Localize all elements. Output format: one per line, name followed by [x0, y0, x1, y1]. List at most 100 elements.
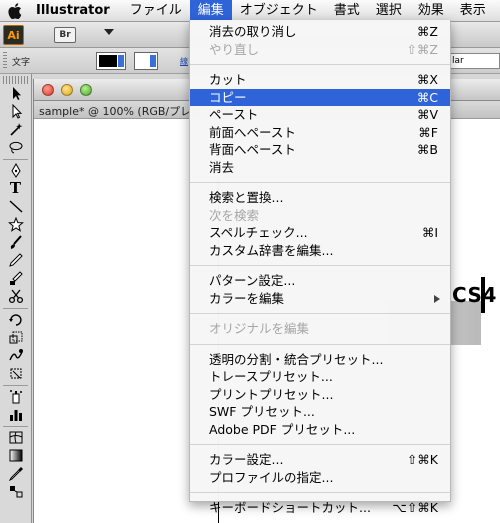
chevron-down-icon[interactable] — [104, 29, 114, 35]
mesh-icon[interactable] — [5, 429, 27, 446]
menu-item-label: カラーを編集 — [209, 290, 285, 306]
menu-item[interactable]: SWF プリセット... — [190, 403, 450, 421]
menu-item-label: カット — [209, 72, 247, 87]
menu-separator — [190, 265, 450, 266]
menu-object[interactable]: オブジェクト — [232, 0, 326, 22]
blob-brush-icon[interactable] — [5, 270, 27, 287]
dropdown-arrow-icon[interactable] — [118, 55, 124, 67]
apple-menu-icon[interactable] — [0, 0, 30, 22]
menu-item-label: トレースプリセット... — [209, 369, 333, 384]
menu-item-label: コピー — [209, 89, 247, 105]
menu-item-label: 前面へペースト — [209, 124, 296, 140]
menu-item[interactable]: コピー ⌘C — [190, 88, 450, 106]
menu-item[interactable]: 消去 — [190, 159, 450, 177]
type-icon[interactable]: T — [5, 180, 27, 197]
menu-item[interactable]: プリントプリセット... — [190, 386, 450, 404]
menu-type[interactable]: 書式 — [326, 0, 368, 22]
scale-icon[interactable] — [5, 329, 27, 346]
menu-item[interactable]: Adobe PDF プリセット... — [190, 421, 450, 439]
menu-app-name[interactable]: Illustrator — [30, 0, 122, 22]
menu-separator — [190, 444, 450, 445]
menu-item-label: 透明の分割・統合プリセット... — [209, 351, 384, 367]
symbol-sprayer-icon[interactable] — [5, 388, 27, 405]
menu-item[interactable]: パターン設定... — [190, 272, 450, 290]
menu-item-label: 消去の取り消し — [209, 24, 297, 39]
menu-item-label: スペルチェック... — [209, 225, 308, 240]
magic-wand-icon[interactable] — [5, 121, 27, 138]
pen-icon[interactable] — [5, 162, 27, 179]
panel-grip[interactable] — [3, 76, 28, 84]
fill-color-chip — [99, 55, 117, 67]
menu-item-label: 次を検索 — [209, 207, 260, 223]
menu-item-label: ペースト — [209, 107, 259, 122]
menu-item[interactable]: トレースプリセット... — [190, 368, 450, 386]
direct-selection-tool-icon[interactable] — [5, 103, 27, 120]
menu-select[interactable]: 選択 — [368, 0, 410, 22]
menu-item-label: やり直し — [209, 41, 260, 57]
menu-item: 次を検索 — [190, 207, 450, 225]
menu-bar: Illustrator ファイル 編集 オブジェクト 書式 選択 効果 表示 — [0, 0, 500, 22]
selection-tool-icon[interactable] — [5, 85, 27, 102]
menu-item-shortcut: ⌘F — [418, 124, 438, 140]
menu-item-shortcut: ⌘C — [416, 89, 438, 105]
menu-item-label: 背面へペースト — [209, 142, 296, 157]
menu-edit[interactable]: 編集 — [189, 0, 232, 22]
tool-separator — [3, 426, 28, 427]
menu-item[interactable]: スペルチェック... ⌘I — [190, 224, 450, 242]
menu-view[interactable]: 表示 — [452, 0, 494, 22]
menu-item[interactable]: 消去の取り消し ⌘Z — [190, 23, 450, 41]
pencil-icon[interactable] — [5, 252, 27, 269]
tools-panel: T — [0, 74, 32, 523]
lasso-icon[interactable] — [5, 139, 27, 156]
menu-item[interactable]: プロファイルの指定... — [190, 469, 450, 487]
menu-item-label: プリントプリセット... — [209, 386, 334, 402]
menu-item[interactable]: 背面へペースト ⌘B — [190, 141, 450, 159]
menu-separator — [190, 182, 450, 183]
line-segment-icon[interactable] — [5, 198, 27, 215]
warp-icon[interactable] — [5, 347, 27, 364]
minimize-window-button[interactable] — [61, 84, 73, 96]
star-icon[interactable] — [5, 216, 27, 233]
rotate-icon[interactable] — [5, 311, 27, 328]
menu-item[interactable]: ペースト ⌘V — [190, 106, 450, 124]
menu-item[interactable]: カラー設定... ⇧⌘K — [190, 451, 450, 469]
menu-item-shortcut: ⌘X — [416, 72, 438, 87]
dropdown-arrow-icon[interactable] — [150, 55, 156, 67]
menu-item-label: カラー設定... — [209, 452, 284, 467]
font-style-select[interactable]: lar — [448, 53, 500, 69]
bridge-button[interactable]: Br — [54, 27, 76, 43]
free-transform-icon[interactable] — [5, 365, 27, 382]
menu-item[interactable]: 前面へペースト ⌘F — [190, 124, 450, 142]
scissors-icon[interactable] — [5, 288, 27, 305]
menu-item-shortcut: ⌘I — [421, 225, 438, 240]
menu-item: オリジナルを編集 — [190, 320, 450, 338]
stroke-link[interactable]: 線 — [180, 56, 188, 67]
menu-item-shortcut: ⌘B — [416, 142, 438, 157]
menu-item[interactable]: 検索と置換... — [190, 189, 450, 207]
column-graph-icon[interactable] — [5, 406, 27, 423]
eyedropper-icon[interactable] — [5, 465, 27, 482]
menu-item-label: プロファイルの指定... — [209, 469, 334, 485]
menu-item[interactable]: カスタム辞書を編集... — [190, 242, 450, 260]
menu-item-label: パターン設定... — [209, 273, 296, 288]
menu-item[interactable]: カット ⌘X — [190, 71, 450, 89]
menu-effect[interactable]: 効果 — [410, 0, 452, 22]
menu-separator — [190, 343, 450, 345]
submenu-arrow-icon — [434, 294, 440, 303]
zoom-window-button[interactable] — [80, 84, 92, 96]
stroke-color-swatch[interactable] — [134, 52, 158, 70]
panel-grip[interactable] — [3, 52, 7, 70]
gradient-icon[interactable] — [5, 447, 27, 464]
menu-item-shortcut: ⌥⇧⌘K — [392, 500, 438, 515]
menu-item[interactable]: 透明の分割・統合プリセット... — [190, 351, 450, 369]
menu-item: やり直し ⇧⌘Z — [190, 41, 450, 59]
menu-file[interactable]: ファイル — [122, 0, 190, 22]
blend-icon[interactable] — [5, 483, 27, 500]
fill-color-swatch[interactable] — [96, 52, 126, 70]
menu-item[interactable]: カラーを編集 — [190, 290, 450, 308]
paintbrush-icon[interactable] — [5, 234, 27, 251]
menu-separator — [190, 64, 450, 65]
artwork-text[interactable]: CS4 — [452, 283, 497, 307]
menu-item[interactable]: キーボードショートカット... ⌥⇧⌘K — [190, 499, 450, 517]
close-window-button[interactable] — [42, 84, 54, 96]
